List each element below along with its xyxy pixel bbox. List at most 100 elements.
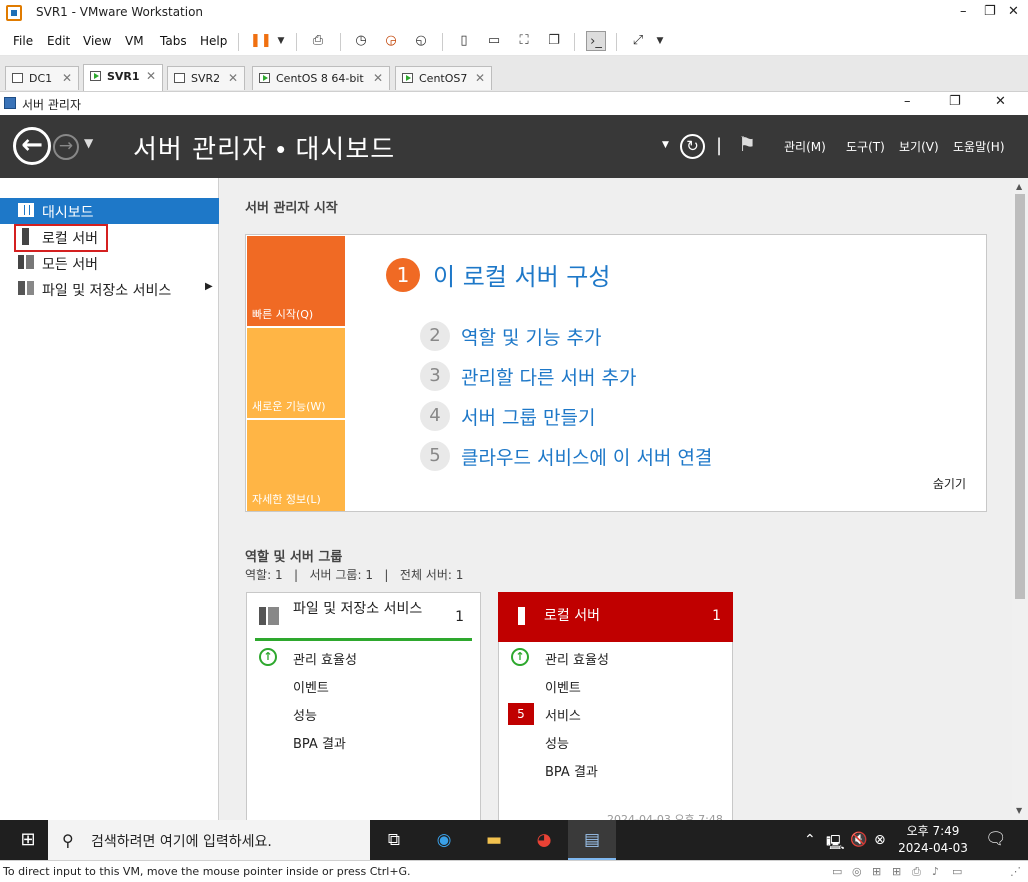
refresh-dropdown-icon[interactable]: ▼	[662, 140, 669, 150]
snapshot-icon[interactable]: ◷	[351, 31, 371, 51]
menu-manage[interactable]: 관리(M)	[784, 138, 826, 155]
tile-row-bpa[interactable]: BPA 결과	[293, 733, 346, 752]
role-tile-local-server[interactable]: 로컬 서버 1 ↑ 관리 효율성 이벤트 5 서비스 성능 BPA 결과 202…	[498, 592, 733, 820]
add-servers-link[interactable]: 관리할 다른 서버 추가	[461, 363, 636, 390]
error-status-icon[interactable]: ⊗	[874, 832, 886, 848]
menu-edit[interactable]: Edit	[47, 34, 70, 48]
scroll-up-icon[interactable]: ▲	[1016, 182, 1022, 191]
network-icon[interactable]: 🖳	[826, 832, 845, 856]
display-icon[interactable]: ▭	[952, 865, 962, 878]
tab-svr2[interactable]: SVR2 ✕	[167, 66, 245, 90]
file-explorer-icon[interactable]: ▬	[470, 820, 518, 860]
revert-snapshot-icon[interactable]: ◶	[381, 31, 401, 51]
edge-browser-icon[interactable]: ◉	[420, 820, 468, 860]
sm-close-button[interactable]: ✕	[995, 94, 1006, 109]
close-tab-icon[interactable]: ✕	[475, 71, 485, 85]
windows-start-icon[interactable]: ⊞	[8, 820, 48, 860]
back-arrow-icon[interactable]: ←	[13, 127, 51, 165]
refresh-icon[interactable]: ↻	[680, 134, 705, 159]
hide-link[interactable]: 숨기기	[933, 475, 966, 492]
cd-dvd-icon[interactable]: ◎	[852, 865, 862, 878]
tile-row-manageability[interactable]: 관리 효율성	[293, 649, 357, 668]
notifications-flag-icon[interactable]: ⚑	[738, 132, 756, 156]
tile-count: 1	[455, 609, 464, 625]
scroll-thumb[interactable]	[1015, 194, 1025, 599]
maximize-button[interactable]: ❐	[984, 4, 996, 19]
sidebar-item-all-servers[interactable]: 모든 서버	[0, 250, 219, 276]
configure-local-server-link[interactable]: 이 로컬 서버 구성	[433, 257, 610, 292]
tab-svr1[interactable]: SVR1 ✕	[83, 64, 163, 91]
close-tab-icon[interactable]: ✕	[228, 71, 238, 85]
tile-row-performance[interactable]: 성능	[293, 705, 317, 724]
unity-icon[interactable]: ❐	[544, 31, 564, 51]
show-hidden-icons-icon[interactable]: ⌃	[804, 832, 816, 848]
pause-icon[interactable]: ❚❚	[250, 31, 272, 51]
network-adapter-icon[interactable]: ⊞	[872, 865, 881, 878]
chrome-browser-icon[interactable]: ◕	[520, 820, 568, 860]
role-tile-file-storage[interactable]: 파일 및 저장소 서비스 1 ↑ 관리 효율성 이벤트 성능 BPA 결과	[246, 592, 481, 820]
sidebar-item-file-storage[interactable]: 파일 및 저장소 서비스 ▶	[0, 276, 219, 302]
hard-disk-icon[interactable]: ▭	[832, 865, 842, 878]
scroll-down-icon[interactable]: ▼	[1016, 806, 1022, 815]
menu-help-sm[interactable]: 도움말(H)	[953, 138, 1005, 155]
step-number: 1	[386, 258, 420, 292]
tile-row-manageability[interactable]: 관리 효율성	[545, 649, 609, 668]
tile-row-services[interactable]: 서비스	[545, 705, 581, 724]
sm-maximize-button[interactable]: ❐	[949, 94, 961, 109]
close-tab-icon[interactable]: ✕	[146, 69, 156, 83]
create-server-group-link[interactable]: 서버 그룹 만들기	[461, 403, 595, 430]
chevron-down-icon[interactable]: ▼	[650, 31, 670, 51]
add-roles-link[interactable]: 역할 및 기능 추가	[461, 323, 601, 350]
tile-row-bpa[interactable]: BPA 결과	[545, 761, 598, 780]
taskbar-clock[interactable]: 오후 7:49 2024-04-03	[896, 823, 970, 857]
fullscreen-icon[interactable]: ⛶	[514, 31, 534, 51]
forward-arrow-icon[interactable]: →	[53, 134, 79, 160]
printer-icon[interactable]: ⎙	[912, 865, 921, 879]
close-button[interactable]: ✕	[1008, 4, 1019, 19]
chevron-down-icon[interactable]: ▼	[271, 31, 291, 51]
menu-tabs[interactable]: Tabs	[160, 34, 187, 48]
history-dropdown-icon[interactable]: ▼	[84, 136, 93, 150]
tile-row-performance[interactable]: 성능	[545, 733, 569, 752]
menu-view-sm[interactable]: 보기(V)	[899, 138, 939, 155]
menu-view[interactable]: View	[83, 34, 111, 48]
windows-taskbar: ⊞ ⚲ 검색하려면 여기에 입력하세요. ⧉ ◉ ▬ ◕ ▤ ⌃ 🖳 🔇 ⊗ 오…	[0, 820, 1028, 860]
expand-arrow-icon[interactable]: ▶	[205, 281, 213, 292]
roles-counts: 역할: 1 | 서버 그룹: 1 | 전체 서버: 1	[245, 568, 464, 582]
connect-cloud-link[interactable]: 클라우드 서비스에 이 서버 연결	[461, 443, 712, 470]
minimize-button[interactable]: –	[960, 4, 967, 19]
tile-row-events[interactable]: 이벤트	[293, 677, 329, 696]
vertical-scrollbar[interactable]: ▲ ▼	[1012, 178, 1028, 820]
volume-muted-icon[interactable]: 🔇	[850, 832, 867, 848]
menu-vm[interactable]: VM	[125, 34, 144, 48]
snapshot-manager-icon[interactable]: ◵	[411, 31, 431, 51]
sound-card-icon[interactable]: ♪	[932, 865, 939, 878]
thumbnail-view-icon[interactable]: ▭	[484, 31, 504, 51]
tile-quick-start[interactable]: 빠른 시작(Q)	[247, 236, 345, 326]
stretch-view-icon[interactable]: ⤢	[628, 31, 648, 51]
usb-icon[interactable]: ⊞	[892, 865, 901, 878]
close-tab-icon[interactable]: ✕	[373, 71, 383, 85]
notification-center-icon[interactable]: 🗨	[985, 829, 1007, 849]
menu-help[interactable]: Help	[200, 34, 227, 48]
tile-learn-more[interactable]: 자세한 정보(L)	[247, 420, 345, 511]
tab-dc1[interactable]: DC1 ✕	[5, 66, 79, 90]
tile-header[interactable]: 파일 및 저장소 서비스 1	[255, 593, 472, 641]
close-tab-icon[interactable]: ✕	[62, 71, 72, 85]
tile-row-events[interactable]: 이벤트	[545, 677, 581, 696]
sm-minimize-button[interactable]: –	[904, 94, 911, 109]
send-ctrl-alt-del-icon[interactable]: ⎙	[308, 31, 328, 51]
tab-label: DC1	[29, 72, 53, 85]
tab-centos8[interactable]: CentOS 8 64-bit ✕	[252, 66, 390, 90]
server-manager-taskbar-icon[interactable]: ▤	[568, 820, 616, 860]
menu-tools[interactable]: 도구(T)	[846, 138, 885, 155]
task-view-icon[interactable]: ⧉	[370, 820, 418, 860]
sidebar-item-dashboard[interactable]: 대시보드	[0, 198, 219, 224]
console-view-icon[interactable]: ›_	[586, 31, 606, 51]
tile-header[interactable]: 로컬 서버 1	[498, 592, 733, 642]
tile-whats-new[interactable]: 새로운 기능(W)	[247, 328, 345, 418]
sidebar-view-icon[interactable]: ▯	[454, 31, 474, 51]
menu-file[interactable]: File	[13, 34, 33, 48]
taskbar-search-box[interactable]: ⚲ 검색하려면 여기에 입력하세요.	[48, 820, 370, 860]
tab-centos7[interactable]: CentOS7 ✕	[395, 66, 492, 90]
